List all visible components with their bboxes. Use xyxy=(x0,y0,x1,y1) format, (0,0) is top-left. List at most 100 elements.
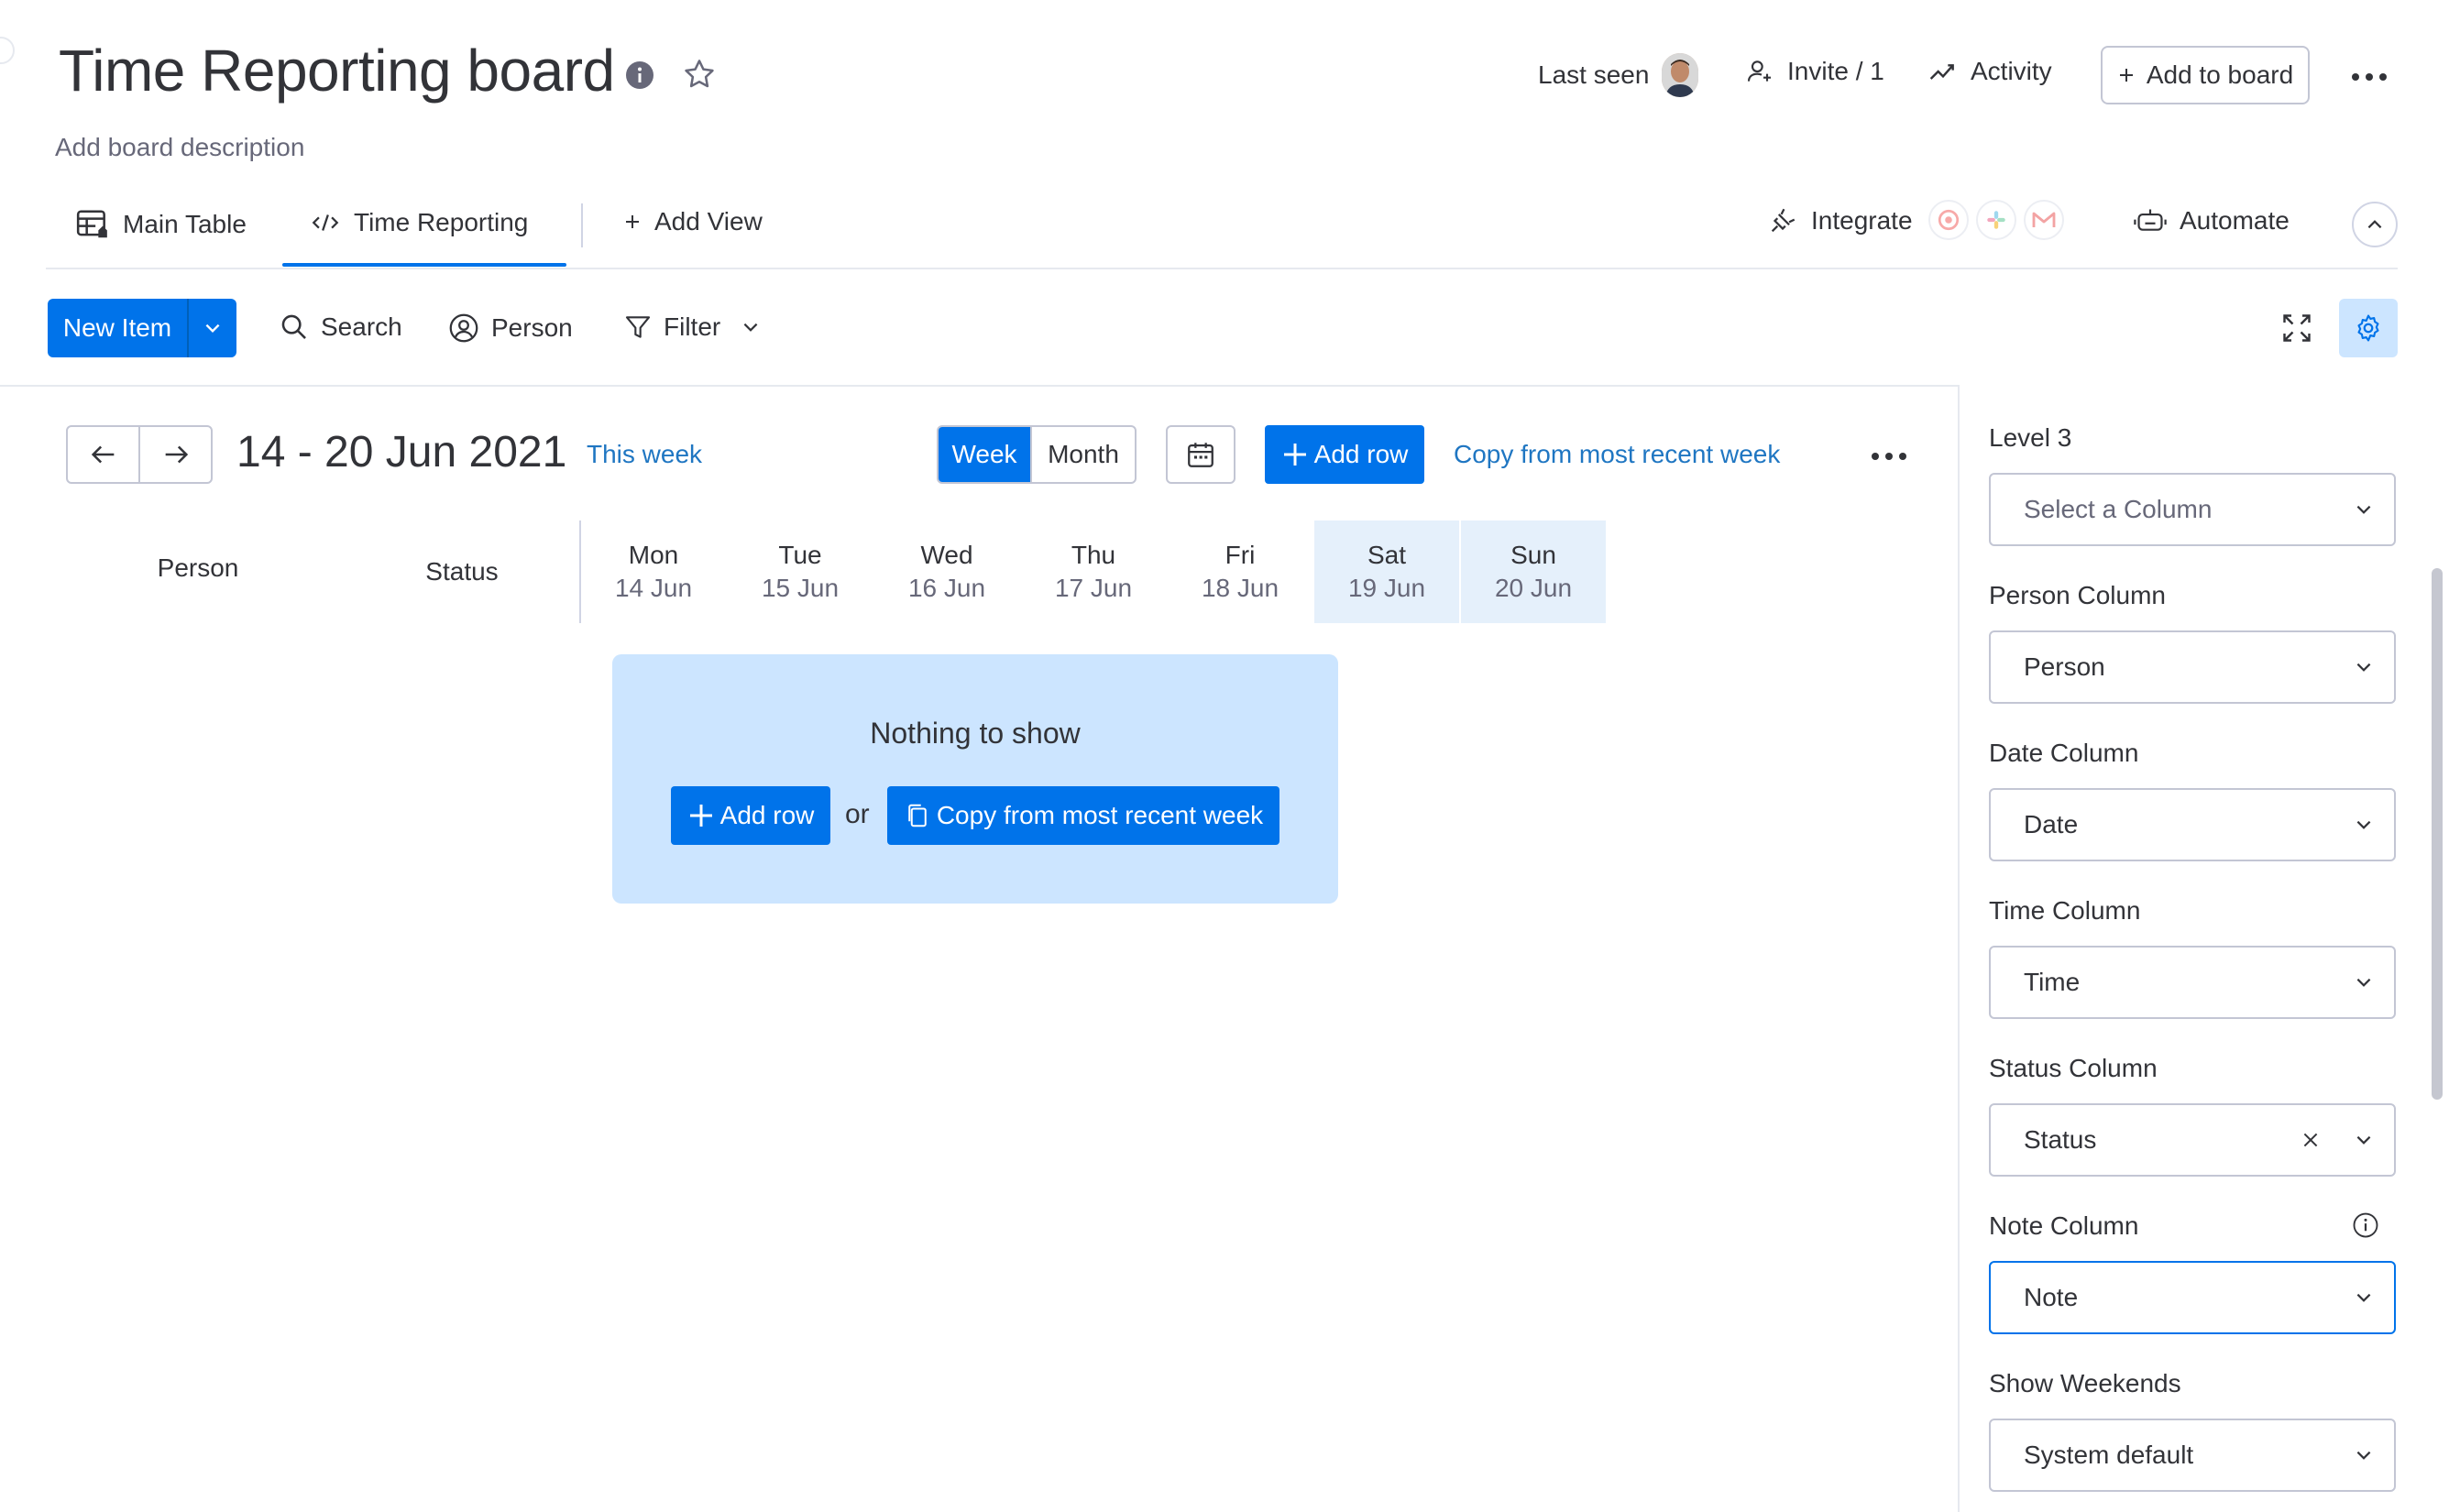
chevron-up-icon xyxy=(2367,220,2382,229)
activity-button[interactable]: Activity xyxy=(1928,57,2052,86)
settings-panel-scrollbar[interactable] xyxy=(2432,568,2443,1100)
add-row-button[interactable]: Add row xyxy=(1265,425,1424,484)
chevron-down-icon[interactable] xyxy=(741,317,761,337)
day-column-header: Fri 18 Jun xyxy=(1168,520,1312,623)
gmail-icon xyxy=(2024,200,2064,240)
level-3-select[interactable]: Select a Column xyxy=(1989,473,2396,546)
chevron-down-icon xyxy=(2356,1451,2371,1460)
fullscreen-icon[interactable] xyxy=(2280,312,2313,345)
date-column-select[interactable]: Date xyxy=(1989,788,2396,861)
chevron-down-icon xyxy=(2356,1293,2371,1302)
week-toggle[interactable]: Week xyxy=(939,427,1030,482)
settings-panel-divider xyxy=(1958,385,1960,1512)
code-icon xyxy=(312,214,339,231)
chevron-down-icon xyxy=(2356,1135,2371,1145)
invite-button[interactable]: Invite / 1 xyxy=(1745,57,1884,86)
show-weekends-label: Show Weekends xyxy=(1989,1369,2181,1397)
clear-icon[interactable] xyxy=(2301,1130,2321,1150)
select-value: Date xyxy=(2024,810,2079,838)
person-column-select[interactable]: Person xyxy=(1989,630,2396,704)
integrate-button[interactable]: Integrate xyxy=(1767,205,1913,236)
tab-time-reporting[interactable]: Time Reporting xyxy=(310,207,528,238)
add-user-icon xyxy=(1747,60,1771,82)
last-seen-label: Last seen xyxy=(1538,60,1650,89)
board-menu-icon[interactable] xyxy=(2352,73,2387,81)
day-column-header: Tue 15 Jun xyxy=(728,520,873,623)
status-column-label: Status Column xyxy=(1989,1054,2158,1082)
integration-logo-icon xyxy=(1928,200,1969,240)
person-label: Person xyxy=(491,313,573,342)
month-toggle[interactable]: Month xyxy=(1030,427,1135,482)
automate-label: Automate xyxy=(2180,206,2290,235)
chevron-down-icon xyxy=(2356,978,2371,987)
last-seen[interactable]: Last seen xyxy=(1538,53,1699,97)
add-to-board-button[interactable]: Add to board xyxy=(2101,46,2310,104)
or-separator: or xyxy=(845,799,870,829)
copy-icon xyxy=(908,804,927,827)
time-column-label: Time Column xyxy=(1989,896,2141,925)
tab-main-table[interactable]: Main Table xyxy=(75,207,247,242)
add-row-label: Add row xyxy=(719,801,815,829)
filter-label: Filter xyxy=(664,312,721,341)
day-date: 15 Jun xyxy=(761,574,840,602)
this-week-link[interactable]: This week xyxy=(587,440,702,469)
plug-icon xyxy=(1771,208,1796,233)
settings-button[interactable] xyxy=(2339,299,2398,357)
invite-label: Invite / 1 xyxy=(1787,57,1884,85)
day-name: Wed xyxy=(920,541,973,569)
day-name: Tue xyxy=(778,541,822,569)
chevron-down-icon xyxy=(2356,505,2371,514)
week-navigation xyxy=(66,425,213,484)
info-icon[interactable] xyxy=(625,60,654,90)
previous-week-button[interactable] xyxy=(68,427,140,482)
day-column-header: Mon 14 Jun xyxy=(581,520,726,623)
date-picker-button[interactable] xyxy=(1166,425,1235,484)
new-item-button[interactable]: New Item xyxy=(48,299,236,357)
integrate-label: Integrate xyxy=(1811,206,1913,235)
search-button[interactable]: Search xyxy=(279,312,402,343)
day-column-header: Thu 17 Jun xyxy=(1021,520,1166,623)
active-tab-indicator xyxy=(282,263,566,267)
level-3-label: Level 3 xyxy=(1989,423,2072,452)
info-icon[interactable] xyxy=(2352,1211,2379,1239)
copy-recent-week-link[interactable]: Copy from most recent week xyxy=(1454,440,1780,469)
automate-button[interactable]: Automate xyxy=(2134,205,2290,236)
new-item-label[interactable]: New Item xyxy=(48,299,187,357)
filter-button[interactable]: Filter xyxy=(623,312,761,343)
tab-label: Main Table xyxy=(123,210,247,238)
next-week-button[interactable] xyxy=(140,427,211,482)
empty-copy-recent-button[interactable]: Copy from most recent week xyxy=(887,786,1279,845)
day-column-header-weekend: Sun 20 Jun xyxy=(1461,520,1606,623)
show-weekends-select[interactable]: System default xyxy=(1989,1419,2396,1492)
board-description[interactable]: Add board description xyxy=(55,133,304,162)
day-name: Mon xyxy=(628,541,679,569)
board-title[interactable]: Time Reporting board xyxy=(59,37,615,104)
avatar xyxy=(1662,53,1699,97)
tab-label: Time Reporting xyxy=(354,208,529,236)
date-column-label: Date Column xyxy=(1989,739,2139,767)
week-view-menu-icon[interactable] xyxy=(1872,453,1906,460)
star-icon[interactable] xyxy=(682,57,717,92)
status-column-select[interactable]: Status xyxy=(1989,1103,2396,1177)
note-column-label: Note Column xyxy=(1989,1211,2139,1240)
time-column-select[interactable]: Time xyxy=(1989,946,2396,1019)
table-icon xyxy=(76,210,107,238)
note-column-select[interactable]: Note xyxy=(1989,1261,2396,1334)
empty-add-row-button[interactable]: Add row xyxy=(671,786,830,845)
activity-icon xyxy=(1929,64,1954,80)
arrow-left-icon xyxy=(91,445,114,464)
plus-icon xyxy=(2119,69,2133,82)
add-row-label: Add row xyxy=(1313,440,1409,468)
person-column-header: Person xyxy=(157,553,239,582)
select-value: Time xyxy=(2024,968,2081,996)
tab-add-view[interactable]: Add View xyxy=(623,207,763,236)
collapse-header-button[interactable] xyxy=(2352,202,2398,247)
new-item-dropdown[interactable] xyxy=(187,299,236,357)
day-date: 19 Jun xyxy=(1347,574,1426,602)
person-filter-button[interactable]: Person xyxy=(447,312,573,345)
day-column-header: Wed 16 Jun xyxy=(874,520,1019,623)
toolbar-divider xyxy=(0,385,1958,387)
filter-icon xyxy=(625,316,651,338)
day-date: 18 Jun xyxy=(1201,574,1279,602)
search-icon xyxy=(281,314,306,339)
